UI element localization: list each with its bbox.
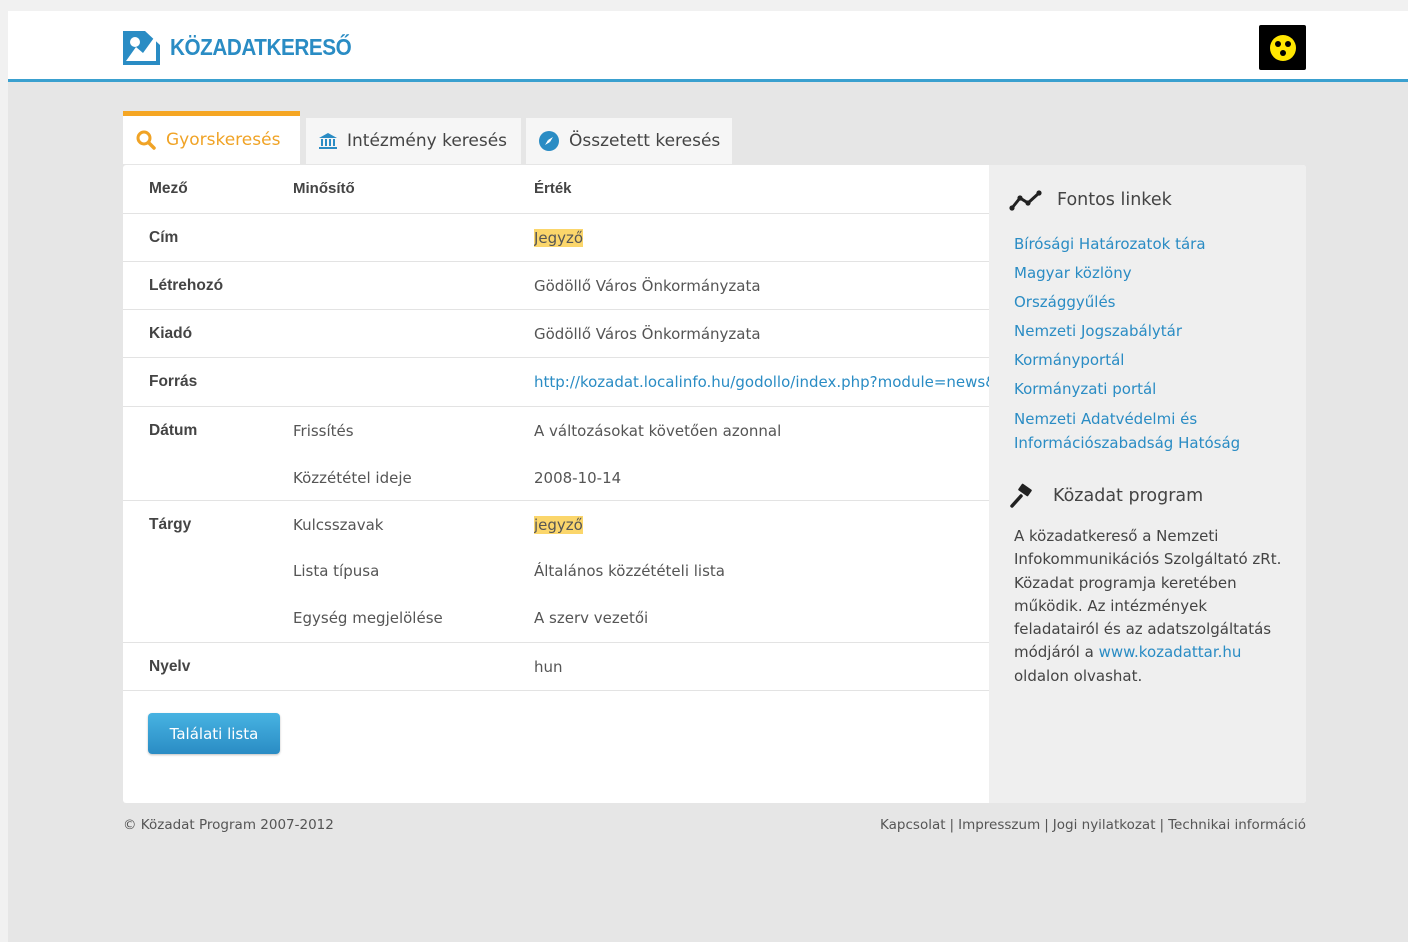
source-link[interactable]: http://kozadat.localinfo.hu/godollo/inde… — [534, 373, 989, 391]
program-heading: Közadat program — [1009, 483, 1203, 509]
footer-link-impresszum[interactable]: Impresszum — [958, 817, 1040, 833]
about-text: A közadatkereső a Nemzeti Infokommunikác… — [1014, 527, 1282, 662]
important-links-heading: Fontos linkek — [1009, 189, 1172, 211]
copyright: © Közadat Program 2007-2012 — [123, 817, 334, 833]
content-card: Mező Minősítő Érték Cím Jegyző Létrehozó… — [123, 165, 1306, 803]
row-label: Létrehozó — [149, 277, 224, 294]
row-value: jegyző — [534, 516, 583, 534]
row-qualifier: Kulcsszavak — [293, 516, 384, 534]
table-row-datum: Dátum Frissítés A változásokat követően … — [123, 407, 989, 501]
footer-links: Kapcsolat | Impresszum | Jogi nyilatkozat | Te… — [880, 817, 1306, 833]
footer-separator: | — [1159, 817, 1165, 833]
metadata-table: Mező Minősítő Érték Cím Jegyző Létrehozó… — [123, 165, 989, 803]
footer-link-technikai[interactable]: Technikai információ — [1168, 817, 1306, 833]
logo-icon — [123, 29, 160, 65]
row-value: A szerv vezetői — [534, 609, 649, 627]
result-list-button[interactable]: Találati lista — [148, 713, 280, 754]
logo[interactable]: KÖZADATKERESŐ — [123, 29, 371, 65]
page: KÖZADATKERESŐ Gyorskeresés Intézmény ker… — [8, 11, 1408, 942]
accessibility-button[interactable] — [1259, 25, 1306, 70]
program-description: A közadatkereső a Nemzeti Infokommunikác… — [1014, 525, 1289, 688]
row-label: Tárgy — [149, 516, 192, 533]
link-kormanyportal[interactable]: Kormányportál — [1014, 351, 1124, 369]
tab-label: Gyorskeresés — [166, 130, 281, 150]
link-jogszabalytar[interactable]: Nemzeti Jogszabálytár — [1014, 322, 1182, 340]
table-row-kiado: Kiadó Gödöllő Város Önkormányzata — [123, 310, 989, 358]
row-label: Forrás — [149, 373, 198, 390]
row-value: Általános közzétételi lista — [534, 562, 725, 580]
row-label: Dátum — [149, 422, 198, 439]
table-header-row: Mező Minősítő Érték — [123, 165, 989, 214]
link-naih-line1[interactable]: Nemzeti Adatvédelmi és — [1014, 410, 1197, 428]
column-header-qualifier: Minősítő — [293, 180, 355, 197]
compass-icon — [538, 130, 560, 152]
table-row-nyelv: Nyelv hun — [123, 643, 989, 691]
sidebar: Fontos linkek Bírósági Határozatok tára … — [989, 165, 1306, 803]
link-orszaggyules[interactable]: Országgyűlés — [1014, 293, 1116, 311]
row-label: Kiadó — [149, 325, 193, 342]
row-label: Nyelv — [149, 658, 191, 675]
logo-text: KÖZADATKERESŐ — [170, 33, 352, 60]
tab-advanced-search[interactable]: Összetett keresés — [526, 118, 732, 164]
row-value: Jegyző — [534, 229, 584, 247]
row-qualifier: Egység megjelölése — [293, 609, 443, 627]
header: KÖZADATKERESŐ — [8, 11, 1408, 82]
footer-link-kapcsolat[interactable]: Kapcsolat — [880, 817, 946, 833]
important-links-list: Bírósági Határozatok tára Magyar közlöny… — [1014, 230, 1240, 455]
accessibility-icon — [1269, 34, 1296, 61]
row-qualifier: Közzététel ideje — [293, 469, 412, 487]
institution-icon — [318, 132, 338, 150]
row-qualifier: Frissítés — [293, 422, 354, 440]
chart-line-icon — [1009, 189, 1043, 211]
column-header-value: Érték — [534, 180, 572, 197]
source-link-cell: http://kozadat.localinfo.hu/godollo/inde… — [534, 373, 989, 391]
tab-quick-search[interactable]: Gyorskeresés — [123, 111, 300, 164]
column-header-field: Mező — [149, 180, 188, 197]
link-kormanyzati-portal[interactable]: Kormányzati portál — [1014, 380, 1156, 398]
sidebar-heading-text: Közadat program — [1053, 486, 1204, 506]
table-row-targy: Tárgy Kulcsszavak jegyző Lista típusa Ál… — [123, 501, 989, 643]
table-row-letrehozo: Létrehozó Gödöllő Város Önkormányzata — [123, 262, 989, 310]
row-value: Gödöllő Város Önkormányzata — [534, 325, 761, 343]
footer-separator: | — [1044, 817, 1049, 833]
table-row-cim: Cím Jegyző — [123, 214, 989, 262]
search-icon — [135, 129, 157, 151]
gavel-icon — [1009, 483, 1039, 509]
tab-label: Összetett keresés — [569, 131, 721, 151]
link-birosagi-hatarozatok[interactable]: Bírósági Határozatok tára — [1014, 235, 1206, 253]
row-value: A változásokat követően azonnal — [534, 422, 782, 440]
row-qualifier: Lista típusa — [293, 562, 380, 580]
kozadattar-link[interactable]: www.kozadattar.hu — [1099, 643, 1242, 661]
sidebar-heading-text: Fontos linkek — [1057, 190, 1172, 210]
about-tail: oldalon olvashat. — [1014, 666, 1143, 685]
row-value: 2008-10-14 — [534, 469, 622, 487]
link-magyar-kozlony[interactable]: Magyar közlöny — [1014, 264, 1132, 282]
footer-separator: | — [949, 817, 955, 833]
footer-link-jogi[interactable]: Jogi nyilatkozat — [1053, 817, 1156, 833]
tab-label: Intézmény keresés — [347, 131, 508, 151]
highlighted-term: Jegyző — [534, 229, 584, 247]
row-label: Cím — [149, 229, 179, 246]
row-value: hun — [534, 658, 563, 676]
table-row-forras: Forrás http://kozadat.localinfo.hu/godol… — [123, 358, 989, 407]
tab-institution-search[interactable]: Intézmény keresés — [306, 118, 521, 164]
row-value: Gödöllő Város Önkormányzata — [534, 277, 761, 295]
link-naih-line2[interactable]: Információszabadság Hatóság — [1014, 434, 1240, 452]
highlighted-term: jegyző — [534, 516, 583, 534]
